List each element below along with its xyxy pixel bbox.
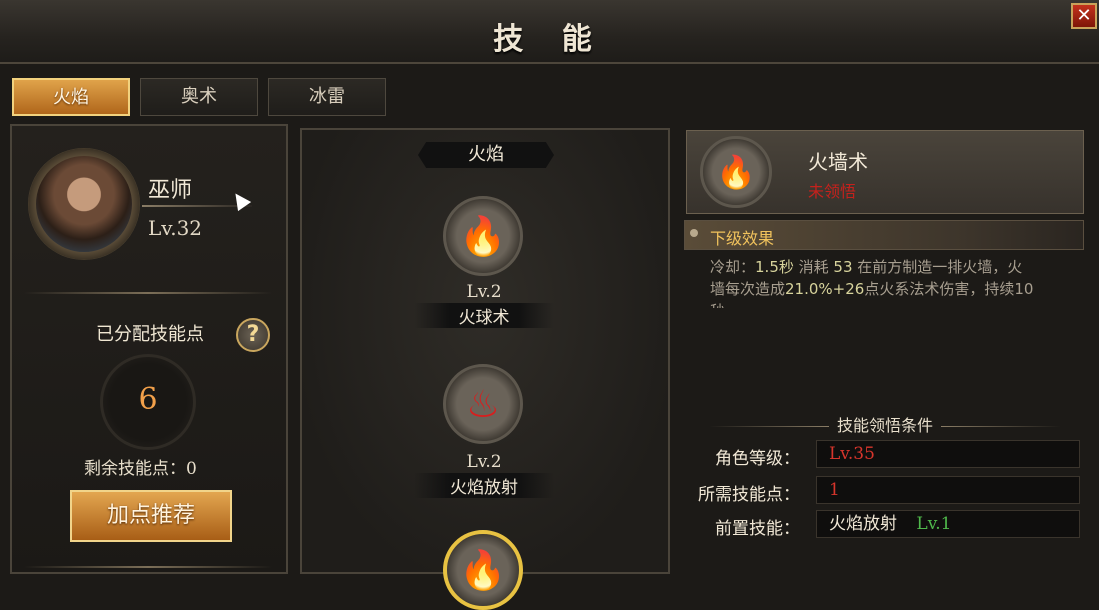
skill-category-label: 火焰 [418, 142, 554, 168]
skill-node-fire-wall[interactable]: 🔥 [443, 530, 523, 610]
desc-highlight: 53 [833, 258, 853, 276]
skill-node-fireball[interactable]: 🔥 [443, 196, 523, 276]
allocated-points-value: 6 [138, 382, 158, 417]
req-label-level: 角色等级： [715, 449, 800, 469]
prereq-skill-level: Lv.1 [916, 514, 952, 534]
detail-skill-name: 火墙术 [808, 150, 868, 174]
skill-level: Lv.2 [466, 282, 502, 302]
desc-text: 秒 [710, 302, 725, 308]
next-level-title: 下级效果 [710, 229, 775, 248]
section-divider [24, 292, 272, 294]
req-value-points: 1 [816, 476, 1080, 504]
req-label-prereq: 前置技能： [715, 519, 800, 539]
desc-highlight: 1.5秒 [755, 258, 794, 276]
fire-wall-icon: 🔥 [459, 548, 507, 592]
req-value-prereq: 火焰放射 Lv.1 [816, 510, 1080, 538]
fire-wall-icon: 🔥 [716, 153, 756, 191]
desc-text: 点火系法术伤害，持续10 [864, 280, 1034, 298]
avatar [36, 156, 132, 252]
skill-tree-panel [300, 128, 670, 574]
character-level: Lv.32 [148, 216, 203, 240]
remaining-points: 剩余技能点：0 [84, 459, 197, 479]
tab-fire[interactable]: 火焰 [12, 78, 130, 116]
tab-ice-thunder[interactable]: 冰雷 [268, 78, 386, 116]
req-label-points: 所需技能点： [698, 485, 800, 505]
tab-arcane[interactable]: 奥术 [140, 78, 258, 116]
desc-text: 在前方制造一排火墙，火 [852, 258, 1023, 276]
help-button[interactable]: ? [236, 318, 270, 352]
req-value-level: Lv.35 [816, 440, 1080, 468]
desc-text: 消耗 [793, 258, 834, 276]
skill-name: 火球术 [414, 303, 554, 328]
desc-highlight: 21.0%+26 [785, 280, 865, 298]
close-button[interactable]: ✕ [1071, 3, 1097, 29]
flame-spray-icon: ♨ [465, 382, 501, 426]
skill-node-flame-spray[interactable]: ♨ [443, 364, 523, 444]
character-name: 巫师 [148, 178, 193, 203]
detail-skill-status: 未领悟 [808, 182, 857, 201]
requirements-title: 技能领悟条件 [700, 412, 1070, 436]
skill-level: Lv.2 [466, 452, 502, 472]
allocated-points-label: 已分配技能点 [96, 324, 204, 345]
fireball-icon: 🔥 [459, 214, 507, 258]
bottom-divider [24, 566, 272, 568]
skill-name: 火焰放射 [414, 473, 554, 498]
skill-description: 冷却：1.5秒 消耗 53 在前方制造一排火墙，火 墙每次造成21.0%+26点… [710, 256, 1082, 308]
desc-text: 冷却： [710, 258, 756, 276]
prereq-skill-name: 火焰放射 [829, 514, 897, 534]
window-title: 技 能 [493, 22, 606, 57]
bullet-icon [690, 229, 698, 237]
requirements-title-text: 技能领悟条件 [836, 416, 933, 435]
detail-skill-icon: 🔥 [700, 136, 772, 208]
desc-text: 墙每次造成 [710, 280, 786, 298]
recommend-button[interactable]: 加点推荐 [70, 490, 232, 542]
